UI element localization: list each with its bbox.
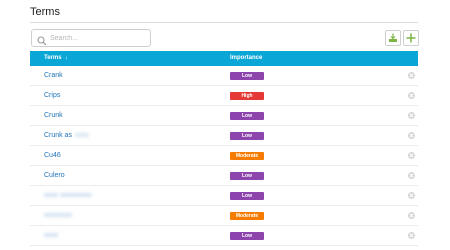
download-tray-icon: [389, 33, 397, 42]
importance-badge: High: [230, 92, 264, 100]
term-text: Crips: [44, 92, 61, 99]
term-text: Crunk as: [44, 132, 73, 139]
remove-icon[interactable]: [408, 92, 415, 99]
table-row[interactable]: Crips High: [30, 86, 418, 106]
term-link[interactable]: Crips: [44, 92, 60, 99]
term-link[interactable]: xxxx: [44, 232, 58, 239]
importance-badge: Low: [230, 232, 264, 240]
column-header-importance[interactable]: Importance: [230, 55, 262, 61]
importance-badge: Low: [230, 172, 264, 180]
redacted-text: xxxxxxxx: [44, 212, 72, 219]
term-text: Culero: [44, 172, 65, 179]
redacted-text: xxxx: [44, 232, 58, 239]
term-link[interactable]: xxxxxxxx: [44, 212, 72, 219]
table-row[interactable]: xxxxxxxx Moderate: [30, 206, 418, 226]
search-icon: [37, 33, 47, 46]
remove-icon[interactable]: [408, 112, 415, 119]
importance-badge: Low: [230, 72, 264, 80]
importance-badge: Moderate: [230, 152, 264, 160]
export-button[interactable]: [385, 30, 401, 46]
redacted-text: xxxx xxxxxxxxx: [44, 192, 92, 199]
table-row[interactable]: xxxx Low: [30, 226, 418, 246]
page-title: Terms: [30, 6, 60, 18]
table-row[interactable]: Culero Low: [30, 166, 418, 186]
table-row[interactable]: Crunk Low: [30, 106, 418, 126]
importance-badge: Moderate: [230, 212, 264, 220]
remove-icon[interactable]: [408, 192, 415, 199]
table-row[interactable]: Crank Low: [30, 66, 418, 86]
search-input[interactable]: [50, 32, 148, 44]
term-link[interactable]: Crunk: [44, 112, 63, 119]
plus-icon: [406, 33, 416, 43]
add-term-button[interactable]: [403, 30, 419, 46]
column-header-terms-label: Terms: [44, 55, 62, 61]
term-link[interactable]: Crank: [44, 72, 63, 79]
term-link[interactable]: Crunk as xxxx: [44, 132, 89, 139]
term-text: Cu46: [44, 152, 61, 159]
remove-icon[interactable]: [408, 72, 415, 79]
importance-badge: Low: [230, 132, 264, 140]
remove-icon[interactable]: [408, 232, 415, 239]
terms-table: Terms ↓ Importance Crank Low Crips High Crunk…: [30, 51, 418, 246]
terms-page: Terms Terms↓ Importance Crank: [0, 0, 450, 250]
remove-icon[interactable]: [408, 212, 415, 219]
column-header-terms[interactable]: Terms ↓: [44, 55, 68, 61]
remove-icon[interactable]: [408, 172, 415, 179]
remove-icon[interactable]: [408, 152, 415, 159]
remove-icon[interactable]: [408, 132, 415, 139]
importance-badge: Low: [230, 112, 264, 120]
table-row[interactable]: xxxx xxxxxxxxx Low: [30, 186, 418, 206]
term-link[interactable]: Culero: [44, 172, 65, 179]
importance-badge: Low: [230, 192, 264, 200]
term-link[interactable]: xxxx xxxxxxxxx: [44, 192, 91, 199]
term-text: Crank: [44, 72, 63, 79]
table-header: Terms ↓ Importance: [30, 51, 418, 66]
title-divider: [30, 22, 418, 23]
table-row[interactable]: Crunk as xxxx Low: [30, 126, 418, 146]
table-row[interactable]: Cu46 Moderate: [30, 146, 418, 166]
search-box[interactable]: [31, 29, 151, 47]
term-text: Crunk: [44, 112, 63, 119]
redacted-text: xxxx: [75, 132, 90, 139]
sort-down-icon: ↓: [64, 55, 68, 61]
table-body: Crank Low Crips High Crunk Low Crunk as xxxx Low…: [30, 66, 418, 246]
term-link[interactable]: Cu46: [44, 152, 61, 159]
